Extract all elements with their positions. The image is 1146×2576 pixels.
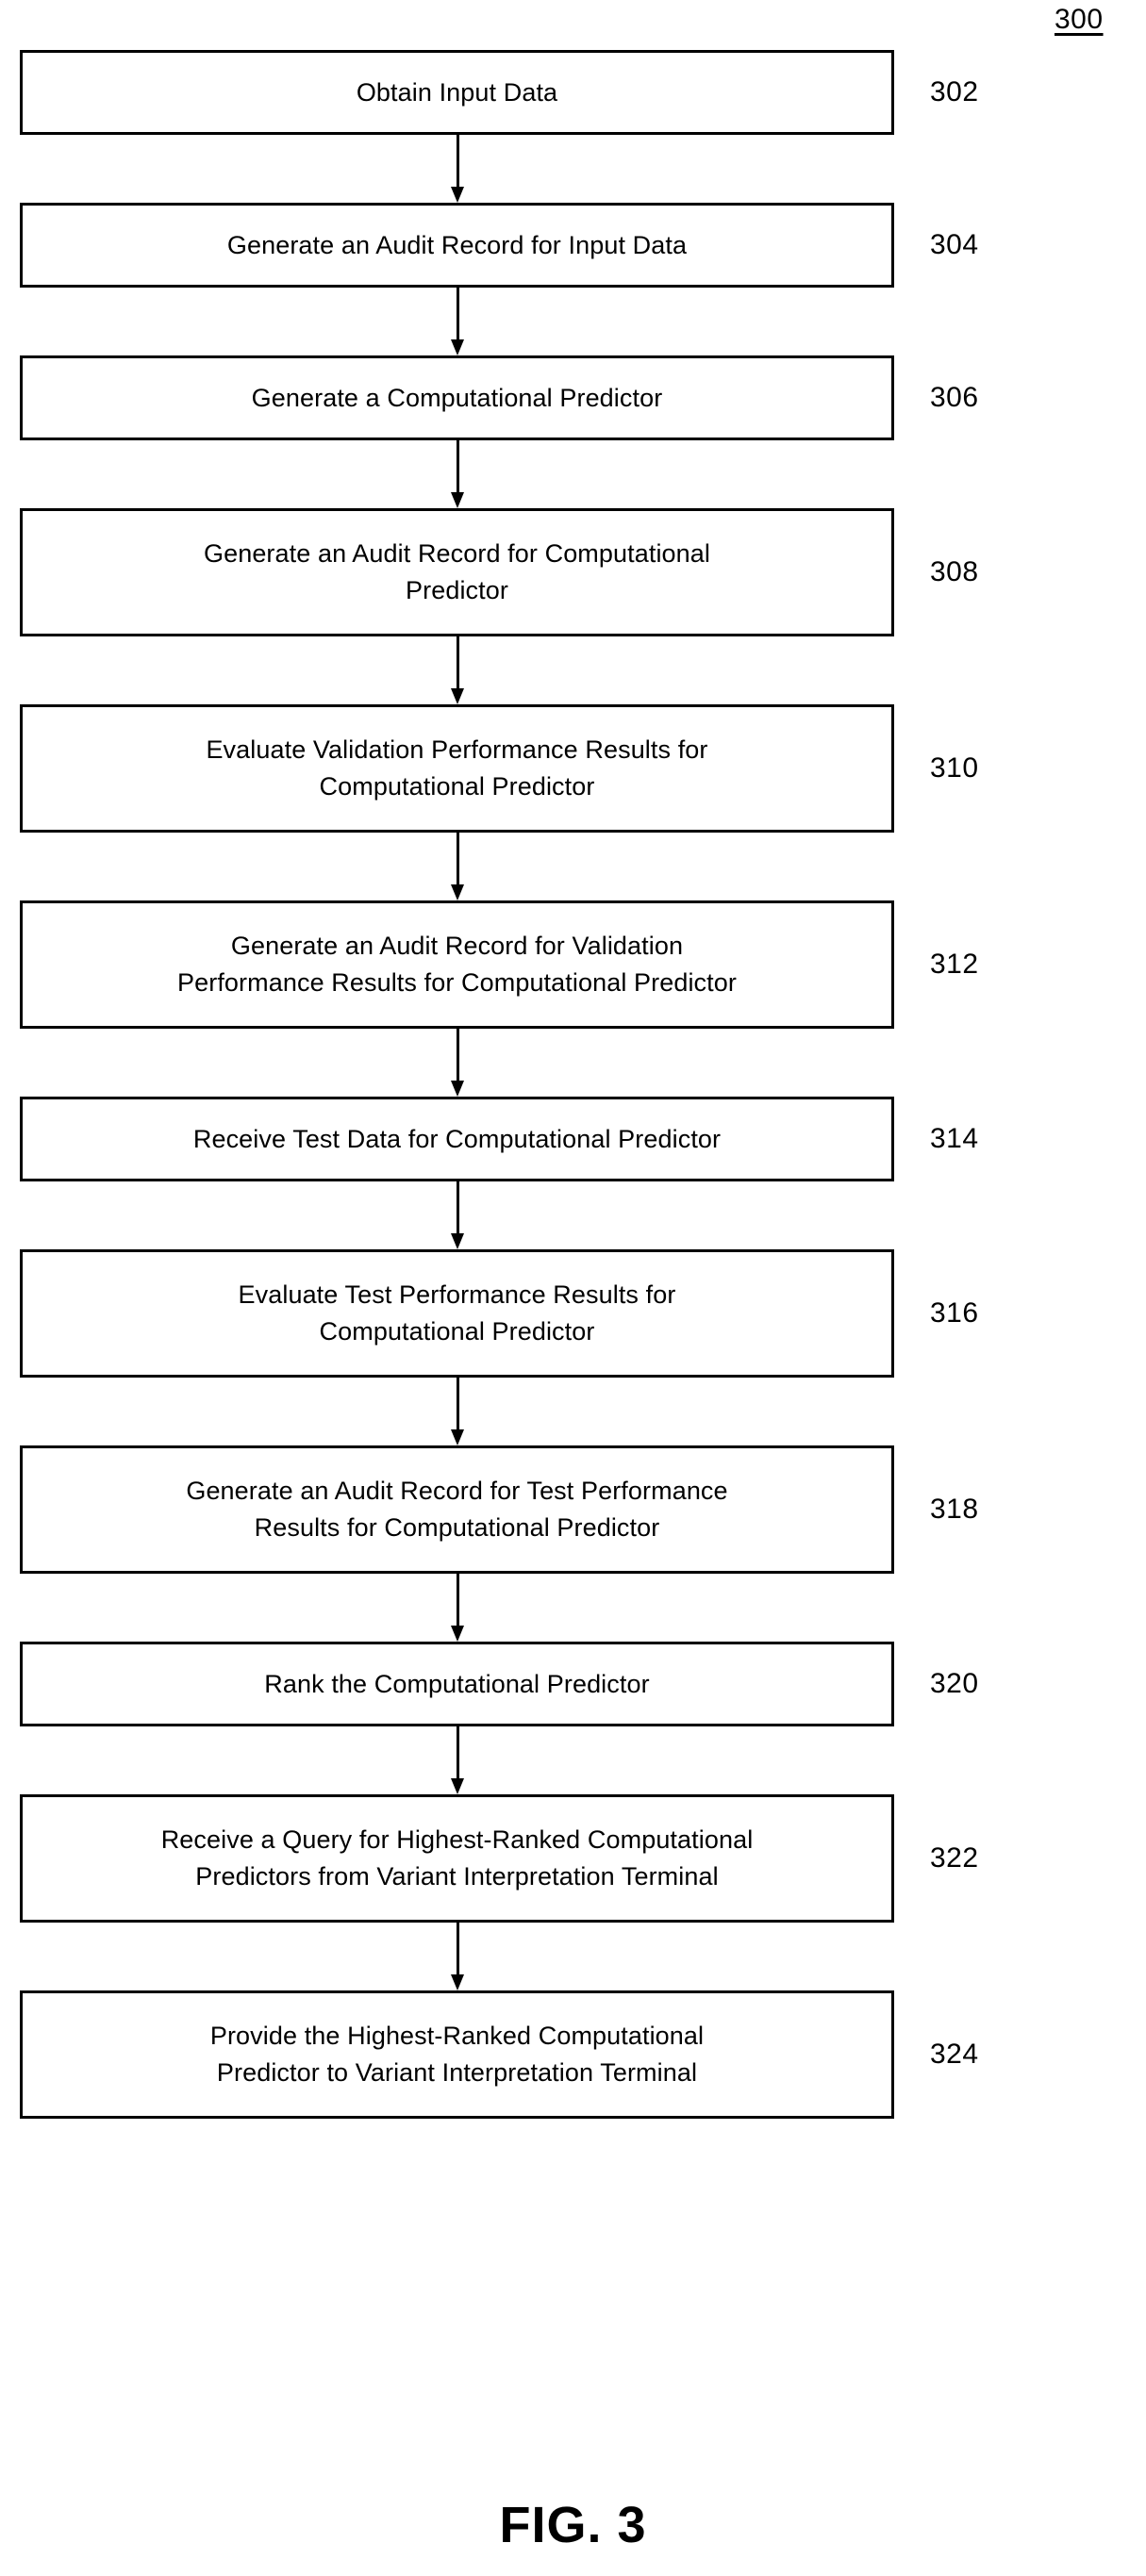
flowchart-step-box: Provide the Highest-Ranked Computational… xyxy=(20,1990,894,2119)
flowchart-step-number: 318 xyxy=(930,1494,979,1525)
flowchart-step-label: Generate a Computational Predictor xyxy=(251,383,663,412)
flowchart-connector-arrow xyxy=(451,1181,464,1249)
arrowhead-icon xyxy=(451,187,464,203)
flowchart-step-number: 322 xyxy=(930,1842,979,1874)
flowchart-step-number: 306 xyxy=(930,382,979,413)
flowchart-step-label: Generate an Audit Record for Validation … xyxy=(177,932,737,997)
flowchart-connector-arrow xyxy=(451,440,464,508)
connector-line xyxy=(457,1923,459,1975)
flowchart-step-box: Generate a Computational Predictor xyxy=(20,355,894,440)
arrowhead-icon xyxy=(451,1974,464,1990)
connector-line xyxy=(457,636,459,689)
flowchart-step-number: 316 xyxy=(930,1297,979,1329)
connector-line xyxy=(457,833,459,885)
flowchart-step-number: 302 xyxy=(930,76,979,107)
flowchart-step-label: Generate an Audit Record for Test Perfor… xyxy=(186,1477,728,1542)
flowchart-step-box: Generate an Audit Record for Test Perfor… xyxy=(20,1445,894,1574)
flowchart-step-label: Receive a Query for Highest-Ranked Compu… xyxy=(160,1825,754,1891)
connector-line xyxy=(457,1574,459,1627)
flowchart-connector-arrow xyxy=(451,636,464,704)
flowchart-step-box: Evaluate Validation Performance Results … xyxy=(20,704,894,833)
arrowhead-icon xyxy=(451,1429,464,1445)
flowchart-step-label: Provide the Highest-Ranked Computational… xyxy=(209,2022,705,2087)
flowchart-step-number: 310 xyxy=(930,752,979,784)
flowchart-connector-arrow xyxy=(451,1923,464,1990)
arrowhead-icon xyxy=(451,884,464,900)
flowchart-connector-arrow xyxy=(451,135,464,203)
arrowhead-icon xyxy=(451,1778,464,1794)
flowchart-step-number: 314 xyxy=(930,1123,979,1154)
flowchart-step-label: Evaluate Test Performance Results for Co… xyxy=(238,1280,676,1346)
flowchart-connector-arrow xyxy=(451,288,464,355)
connector-line xyxy=(457,1378,459,1430)
flowchart-step-box: Generate an Audit Record for Computation… xyxy=(20,508,894,636)
connector-line xyxy=(457,1726,459,1779)
figure-caption: FIG. 3 xyxy=(499,2497,647,2553)
flowchart-step-number: 308 xyxy=(930,556,979,587)
flowchart-connector-arrow xyxy=(451,1574,464,1642)
arrowhead-icon xyxy=(451,339,464,355)
connector-line xyxy=(457,1029,459,1082)
flowchart-step-box: Evaluate Test Performance Results for Co… xyxy=(20,1249,894,1378)
flowchart-canvas: Obtain Input Data 302 Generate an Audit Re… xyxy=(0,0,1146,2470)
arrowhead-icon xyxy=(451,1081,464,1097)
flowchart-step-label: Evaluate Validation Performance Results … xyxy=(206,735,708,801)
arrowhead-icon xyxy=(451,1626,464,1642)
flowchart-connector-arrow xyxy=(451,1726,464,1794)
flowchart-step-box: Obtain Input Data xyxy=(20,50,894,135)
flowchart-step-box: Rank the Computational Predictor xyxy=(20,1642,894,1726)
flowchart-step-label: Obtain Input Data xyxy=(356,77,558,107)
connector-line xyxy=(457,440,459,493)
arrowhead-icon xyxy=(451,492,464,508)
flowchart-step-label: Receive Test Data for Computational Pred… xyxy=(192,1124,722,1153)
flowchart-connector-arrow xyxy=(451,1378,464,1445)
flowchart-connector-arrow xyxy=(451,1029,464,1097)
arrowhead-icon xyxy=(451,1233,464,1249)
flowchart-step-box: Generate an Audit Record for Validation … xyxy=(20,900,894,1029)
arrowhead-icon xyxy=(451,688,464,704)
flowchart-connector-arrow xyxy=(451,833,464,900)
flowchart-step-box: Receive Test Data for Computational Pred… xyxy=(20,1097,894,1181)
flowchart-step-number: 324 xyxy=(930,2039,979,2070)
connector-line xyxy=(457,288,459,340)
flowchart-step-number: 320 xyxy=(930,1668,979,1699)
flowchart-step-label: Generate an Audit Record for Input Data xyxy=(226,230,688,259)
flowchart-step-label: Generate an Audit Record for Computation… xyxy=(203,539,710,604)
flowchart-step-number: 304 xyxy=(930,229,979,260)
flowchart-step-label: Rank the Computational Predictor xyxy=(264,1669,650,1698)
connector-line xyxy=(457,135,459,188)
flowchart-step-box: Generate an Audit Record for Input Data xyxy=(20,203,894,288)
flowchart-step-box: Receive a Query for Highest-Ranked Compu… xyxy=(20,1794,894,1923)
connector-line xyxy=(457,1181,459,1234)
flowchart-step-number: 312 xyxy=(930,949,979,980)
